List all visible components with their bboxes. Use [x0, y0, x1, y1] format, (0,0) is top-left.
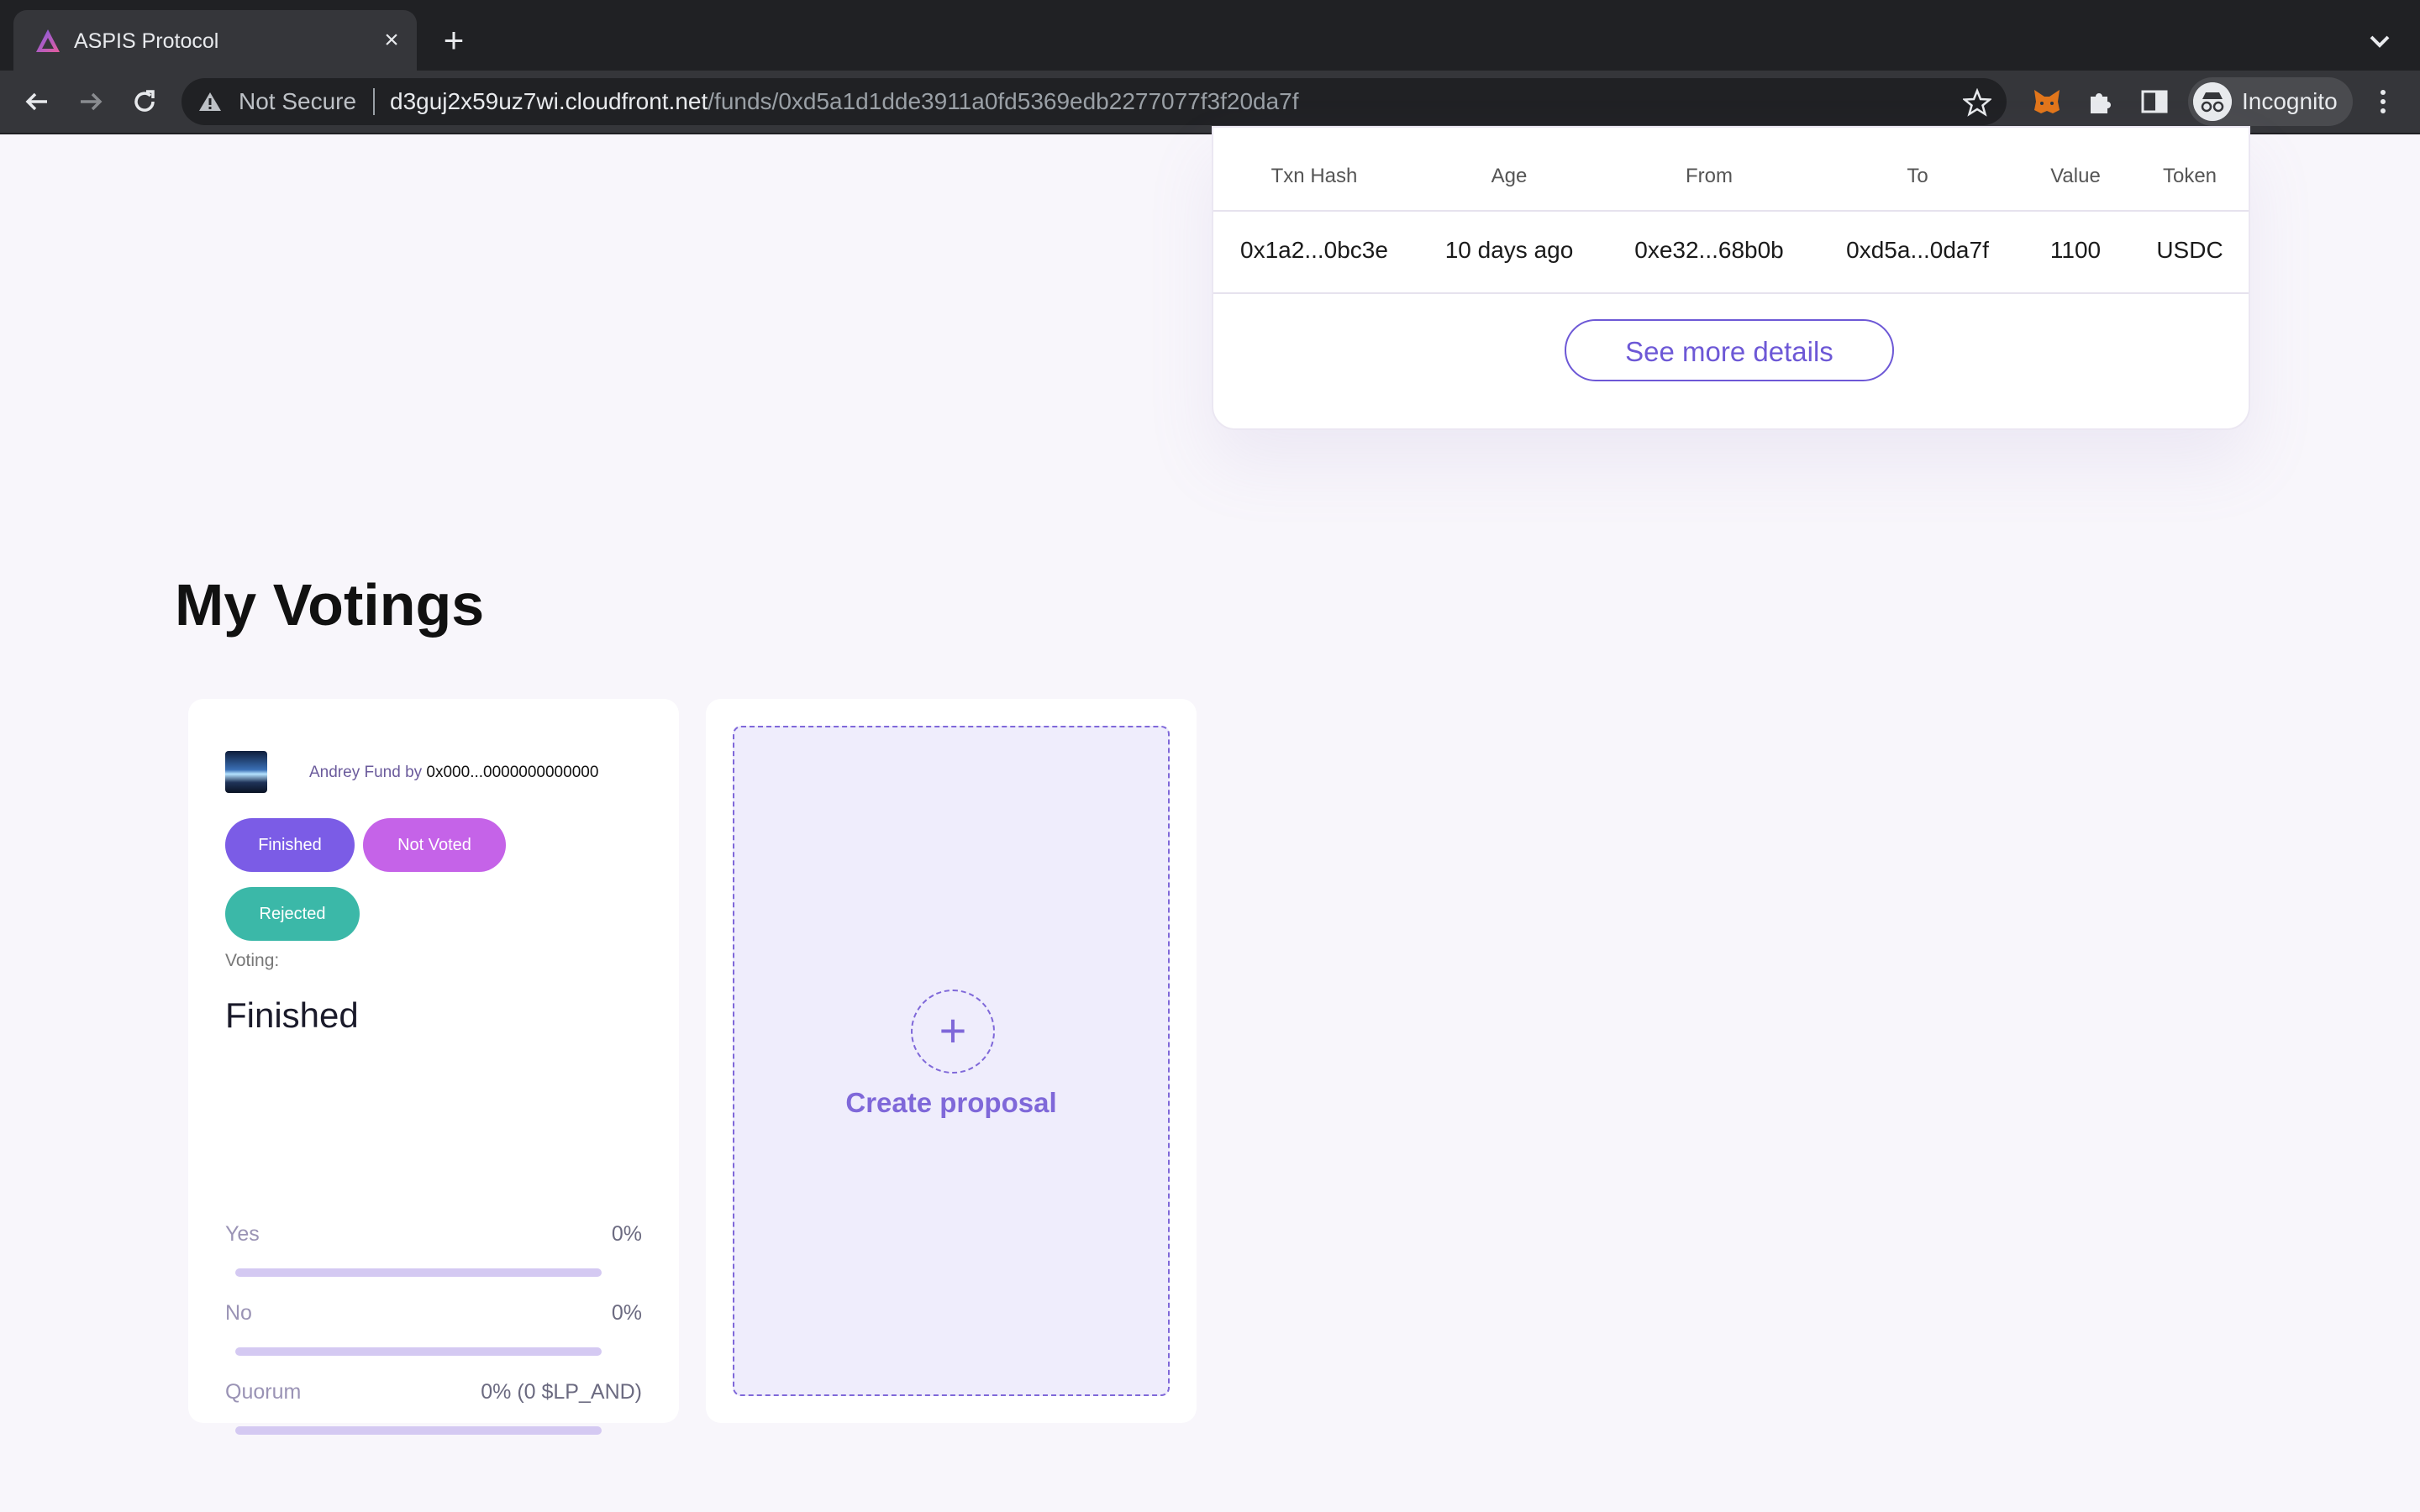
- metric-label-yes: Yes: [225, 1222, 260, 1246]
- incognito-profile-button[interactable]: Incognito: [2188, 77, 2353, 126]
- metric-label-no: No: [225, 1301, 252, 1325]
- metric-value-quorum: 0% (0 $LP_AND): [481, 1380, 642, 1404]
- fund-avatar: [225, 751, 267, 793]
- status-badge-finished: Finished: [225, 818, 355, 872]
- quorum-progress-bar: [235, 1426, 602, 1435]
- bookmark-star-icon[interactable]: [1963, 88, 1991, 117]
- txn-age: 10 days ago: [1444, 237, 1574, 263]
- page-content: Txn Hash Age From To Value Token 0x1a2..…: [0, 126, 2420, 1512]
- section-title: My Votings: [175, 572, 485, 638]
- incognito-icon: [2193, 82, 2232, 121]
- table-row: 0x1a2...0bc3e 10 days ago 0xe32...68b0b …: [1213, 212, 2249, 294]
- browser-menu-icon[interactable]: [2366, 85, 2400, 118]
- column-header: Token: [2162, 165, 2217, 187]
- no-progress-bar: [235, 1347, 602, 1356]
- side-panel-icon[interactable]: [2138, 85, 2171, 118]
- yes-progress-bar: [235, 1268, 602, 1277]
- back-arrow-icon[interactable]: [20, 85, 54, 118]
- voting-label: Voting:: [225, 951, 280, 970]
- browser-tab-strip: ASPIS Protocol × +: [0, 0, 2420, 71]
- profile-label: Incognito: [2242, 88, 2338, 114]
- column-header: Value: [2050, 165, 2101, 187]
- column-header: From: [1686, 165, 1733, 187]
- url-host: d3guj2x59uz7wi.cloudfront.net: [390, 88, 708, 114]
- metric-value-no: 0%: [611, 1301, 642, 1325]
- browser-toolbar: Not Secure d3guj2x59uz7wi.cloudfront.net…: [0, 71, 2420, 134]
- fund-name: Andrey Fund: [309, 764, 401, 781]
- create-proposal-button[interactable]: + Create proposal: [733, 726, 1170, 1396]
- address-bar[interactable]: Not Secure d3guj2x59uz7wi.cloudfront.net…: [182, 78, 2007, 125]
- column-header: To: [1907, 165, 1928, 187]
- txn-from-link[interactable]: 0xe32...68b0b: [1634, 237, 1784, 264]
- creator-address: 0x000...0000000000000: [426, 764, 599, 781]
- tab-search-chevron-icon[interactable]: [2363, 27, 2396, 57]
- fund-info: Andrey Fund by 0x000...0000000000000: [309, 763, 598, 783]
- url-path: /funds/0xd5a1d1dde3911a0fd5369edb2277077…: [708, 88, 1299, 114]
- address-separator: [373, 88, 375, 115]
- column-header: Age: [1491, 165, 1528, 187]
- tab-title: ASPIS Protocol: [74, 29, 219, 53]
- create-proposal-card: + Create proposal: [706, 699, 1197, 1423]
- create-proposal-label[interactable]: Create proposal: [734, 1087, 1168, 1119]
- url-text[interactable]: d3guj2x59uz7wi.cloudfront.net/funds/0xd5…: [390, 88, 1299, 115]
- metamask-fox-icon[interactable]: [2030, 85, 2064, 118]
- aspis-logo-icon: [36, 29, 60, 52]
- voting-card[interactable]: Andrey Fund by 0x000...0000000000000 Fin…: [188, 699, 679, 1435]
- metric-label-quorum: Quorum: [225, 1380, 302, 1404]
- warning-triangle-icon[interactable]: [198, 91, 222, 113]
- status-badge-not-voted: Not Voted: [363, 818, 506, 872]
- security-label[interactable]: Not Secure: [239, 88, 356, 115]
- see-more-details-button[interactable]: See more details: [1565, 319, 1894, 381]
- txn-hash-link[interactable]: 0x1a2...0bc3e: [1240, 237, 1388, 264]
- column-header: Txn Hash: [1270, 165, 1358, 187]
- transactions-header-row: Txn Hash Age From To Value Token: [1213, 136, 2249, 212]
- plus-icon[interactable]: +: [911, 990, 995, 1074]
- by-label: by: [400, 764, 427, 781]
- forward-arrow-icon[interactable]: [74, 85, 108, 118]
- txn-value: 1100: [2049, 237, 2102, 263]
- reload-icon[interactable]: [128, 85, 161, 118]
- transactions-card: Txn Hash Age From To Value Token 0x1a2..…: [1212, 126, 2250, 430]
- txn-token: USDC: [2156, 237, 2223, 263]
- new-tab-button[interactable]: +: [437, 23, 471, 58]
- browser-tab[interactable]: ASPIS Protocol ×: [13, 10, 417, 71]
- voting-status: Finished: [225, 995, 359, 1035]
- tab-close-icon[interactable]: ×: [376, 25, 407, 55]
- extensions-puzzle-icon[interactable]: [2084, 85, 2118, 118]
- txn-to-link[interactable]: 0xd5a...0da7f: [1846, 237, 1989, 264]
- status-badge-rejected: Rejected: [225, 887, 360, 941]
- metric-value-yes: 0%: [611, 1222, 642, 1246]
